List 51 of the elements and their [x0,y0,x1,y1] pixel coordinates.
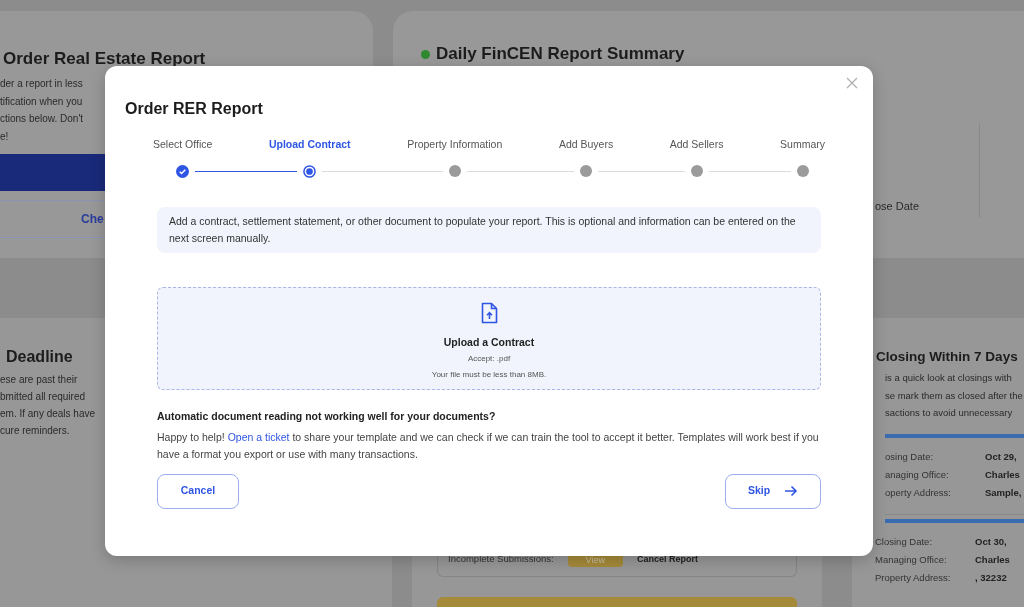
card-text: is a quick look at closings with [885,371,1012,385]
field-value: Charles [975,552,1010,567]
step-label[interactable]: Select Office [153,137,213,153]
step-label[interactable]: Summary [780,137,825,153]
check-link[interactable]: Che [81,210,104,228]
file-upload-icon [480,301,498,324]
field-label: osing Date: [885,449,935,464]
field-value: , 32232 [975,570,1007,585]
field-label: anaging Office: [885,467,950,482]
card-text: bmitted all required [0,390,86,404]
cancel-button[interactable]: Cancel [157,473,239,509]
field-label: operty Address: [885,485,952,500]
upload-accept-text: Accept: .pdf [467,352,511,365]
card-title: Deadline [5,347,73,367]
step-label[interactable]: Property Information [407,137,503,153]
upload-dropzone[interactable]: Upload a Contract Accept: .pdf Your file must be less than 8MB. [157,286,821,390]
card-text: der a report in less [0,77,83,91]
step-label[interactable]: Add Sellers [669,137,724,153]
card-text: tification when you [0,94,83,109]
card-text: ctions below. Don't [0,112,84,126]
column-label: ose Date [875,198,920,214]
open-ticket-link[interactable]: Open a ticket [227,430,290,443]
card-text: ese are past their [0,373,78,387]
field-value: Sample, [985,485,1022,500]
field-label: Closing Date: [875,534,934,549]
card-text: sactions to avoid unnecessary [885,406,1013,420]
upload-title: Upload a Contract [443,334,535,350]
help-text: Happy to help! Open a ticket to share your template and we can check if we can train the tool to accept it better. Templates will work best if you have a format you export or use with many transactions. [157,429,820,462]
step-label[interactable]: Upload Contract [268,137,351,153]
cancel-report-link[interactable]: Cancel Report [636,552,698,567]
card-text: em. If any deals have [0,407,96,421]
card-text: e! [0,129,9,144]
field-value: Oct 30, [975,534,1007,549]
field-value: Oct 29, [985,449,1017,464]
card-text: se mark them as closed after the [885,388,1023,403]
card-text: cure reminders. [0,424,70,438]
info-banner: Add a contract, settlement statement, or other document to populate your report. This is optional and information can be entered on the next screen manually. [157,206,821,253]
card-title: Closing Within 7 Days [875,348,1018,366]
card-title: Order Real Estate Report [2,48,207,70]
row-label: Incomplete Submissions: [448,552,554,567]
skip-button[interactable]: Skip [725,473,821,509]
field-label: Property Address: [875,570,952,585]
field-label: Managing Office: [875,552,948,567]
field-value: Charles [985,467,1020,482]
help-heading: Automatic document reading not working well for your documents? [157,408,497,424]
dialog-title: Order RER Report [125,99,263,119]
card-title: Daily FinCEN Report Summary [436,43,685,65]
arrow-right-icon [784,485,799,497]
step-label[interactable]: Add Buyers [558,137,614,153]
close-icon[interactable] [846,77,858,89]
upload-limit-text: Your file must be less than 8MB. [431,368,547,381]
